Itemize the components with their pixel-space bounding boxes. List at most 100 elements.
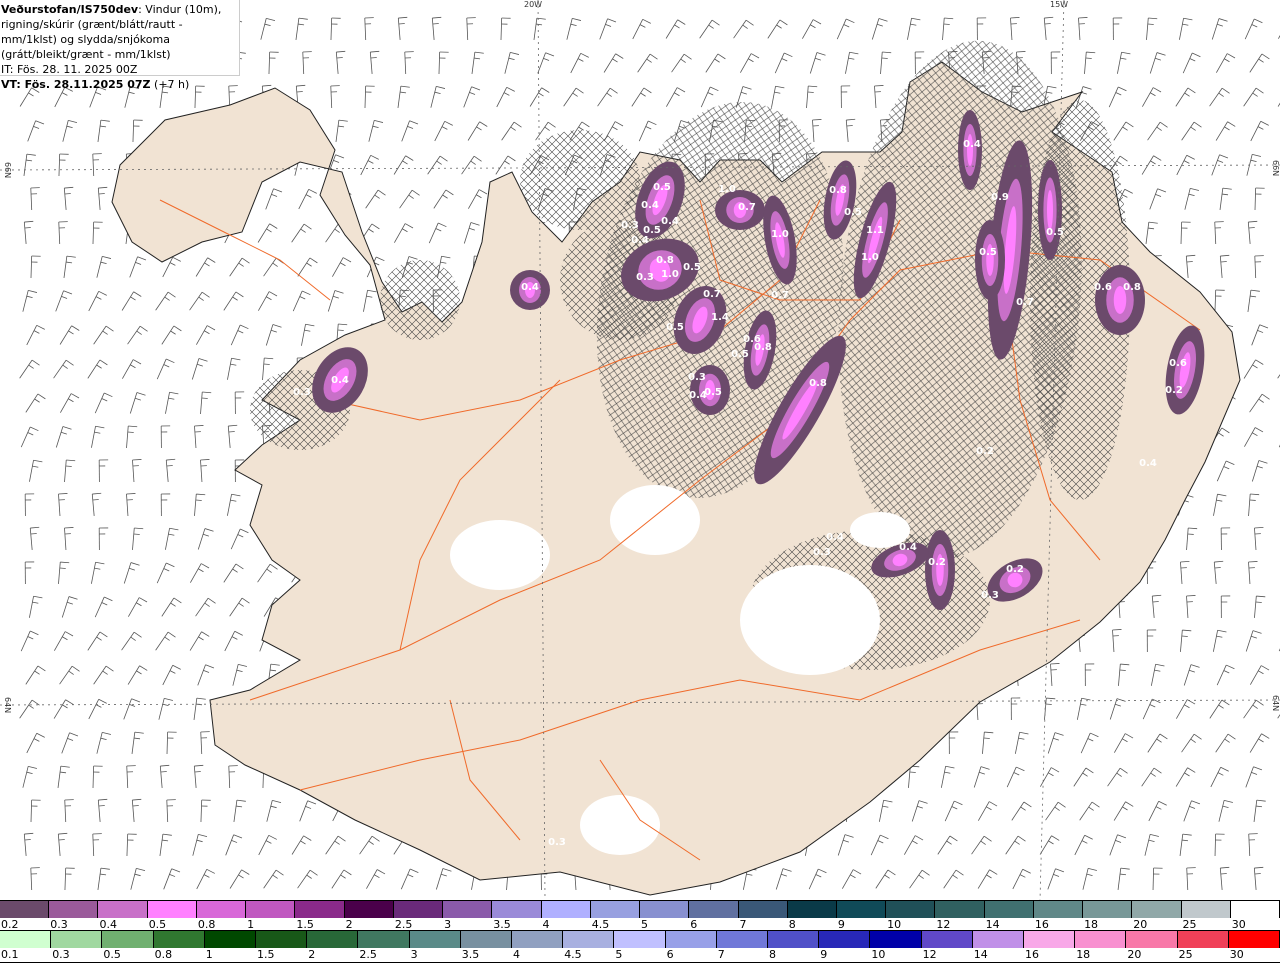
wind-barb — [1212, 19, 1227, 43]
legend-swatch — [492, 901, 541, 918]
wind-barb — [58, 833, 69, 856]
wind-barb — [978, 802, 997, 826]
precip-value-label: 0.4 — [899, 542, 917, 553]
wind-barb — [1244, 88, 1264, 111]
wind-barb — [130, 393, 145, 417]
wind-barb — [1142, 768, 1162, 791]
wind-barb — [1221, 528, 1230, 550]
legend-label: 4.5 — [564, 948, 582, 961]
wind-barb — [1217, 461, 1234, 485]
source-name: Veðurstofan/IS750dev — [1, 3, 138, 16]
wind-barb — [944, 870, 964, 893]
wind-barb — [58, 493, 68, 516]
wind-barb — [331, 86, 341, 108]
legend-swatch — [461, 931, 512, 948]
wind-barb — [94, 666, 114, 689]
legend-label: 7 — [718, 948, 725, 961]
legend-label: 1.5 — [257, 948, 275, 961]
legend-swatch — [614, 931, 665, 948]
wind-barb — [1051, 52, 1060, 74]
wind-barb — [943, 18, 954, 41]
wind-barb — [126, 493, 136, 516]
wind-barb — [128, 598, 147, 622]
wind-barb — [127, 834, 137, 856]
legend-swatch — [148, 901, 197, 918]
wind-barb — [26, 394, 46, 417]
legend-swatch — [0, 901, 49, 918]
legend-swatch — [870, 931, 921, 948]
legend-swatch — [51, 931, 102, 948]
wind-barb — [230, 598, 250, 621]
valid-time: VT: Fös. 28.11.2025 07Z — [1, 78, 151, 91]
legend-label: 9 — [820, 948, 827, 961]
wind-barb — [1176, 700, 1195, 724]
wind-barb — [234, 800, 246, 823]
wind-barb — [1254, 527, 1265, 550]
wind-barb — [1246, 631, 1261, 655]
wind-barb — [93, 222, 103, 244]
wind-barb — [301, 324, 314, 347]
wind-barb — [336, 120, 348, 143]
wind-barb — [1046, 802, 1066, 825]
wind-barb — [1013, 869, 1031, 893]
wind-barb — [27, 325, 45, 349]
wind-barb — [1150, 189, 1166, 213]
wind-barb — [1249, 834, 1259, 856]
wind-barb — [972, 836, 992, 859]
wind-barb — [56, 291, 72, 315]
legend-swatch — [1075, 931, 1126, 948]
wind-barb — [598, 88, 618, 111]
legend-label: 12 — [923, 948, 937, 961]
wind-barb — [267, 800, 281, 824]
wind-barb — [97, 256, 111, 280]
legend-label: 1 — [206, 948, 213, 961]
wind-barb — [1118, 868, 1130, 891]
wind-barb — [740, 54, 759, 78]
wind-barb — [949, 732, 958, 754]
wind-barb — [24, 833, 35, 856]
legend-swatch — [837, 901, 886, 918]
precip-value-label: 0.4 — [641, 200, 659, 211]
wind-barb — [1254, 596, 1265, 619]
wind-barb — [672, 54, 692, 77]
weather-map: 0.50.40.30.50.40.40.81.00.30.50.71.40.50… — [0, 0, 1280, 900]
precip-value-label: 0.3 — [548, 837, 566, 848]
precip-value-label: 1.1 — [866, 225, 884, 236]
wind-barb — [88, 632, 108, 655]
wind-barb — [198, 665, 214, 689]
wind-barb — [25, 494, 34, 516]
wind-barb — [1145, 834, 1159, 858]
wind-barb — [95, 393, 112, 417]
wind-barb — [122, 292, 141, 315]
wind-barb — [258, 564, 278, 587]
wind-barb — [604, 54, 623, 77]
wind-barb — [29, 596, 42, 619]
wind-barb — [1012, 802, 1032, 825]
wind-barb — [235, 392, 244, 414]
precip-value-label: 0.4 — [521, 282, 539, 293]
legend-swatch — [394, 901, 443, 918]
wind-barb — [259, 835, 277, 859]
legend-label: 6 — [667, 948, 674, 961]
wind-barb — [165, 392, 178, 415]
wind-barb — [194, 494, 205, 517]
legend-label: 30 — [1230, 948, 1244, 961]
wind-barb — [266, 325, 281, 349]
wind-barb — [1044, 698, 1055, 721]
wind-barb — [837, 19, 854, 43]
wind-barb — [1114, 802, 1133, 825]
precip-value-label: 0.4 — [331, 375, 349, 386]
wind-barb — [299, 189, 317, 213]
precip-value-label: 0.8 — [1123, 282, 1141, 293]
wind-barb — [196, 258, 215, 281]
wind-barb — [436, 869, 451, 893]
wind-barb — [127, 766, 137, 788]
wind-barb — [198, 529, 213, 553]
wind-barb — [157, 563, 174, 587]
wind-barb — [912, 801, 927, 825]
precip-value-label: 0.9 — [991, 192, 1009, 203]
wind-barb — [1109, 87, 1126, 111]
wind-barb — [567, 18, 581, 42]
legend-swatch — [154, 931, 205, 948]
wind-barb — [160, 765, 171, 788]
